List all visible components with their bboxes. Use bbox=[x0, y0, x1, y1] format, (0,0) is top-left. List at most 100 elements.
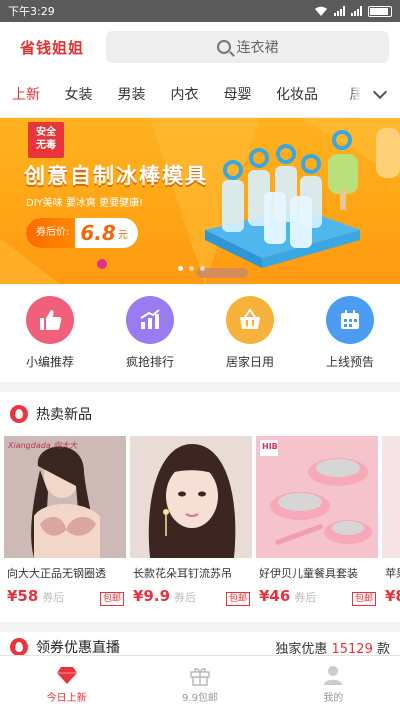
section-header: 热卖新品 bbox=[0, 392, 400, 436]
product-photo-lingerie bbox=[4, 436, 126, 558]
calendar-icon bbox=[326, 296, 374, 344]
product-image: Xiangdada 向大大 bbox=[4, 436, 126, 558]
search-icon bbox=[216, 40, 231, 54]
app-header: 省钱姐姐 连衣裙 bbox=[0, 22, 400, 72]
battery-icon bbox=[368, 5, 392, 17]
product-card[interactable]: Xiangdada 向大大 向大大正品无钢圈透 ¥58 券后 包邮 bbox=[4, 436, 126, 622]
nav-today-new[interactable]: 今日上新 bbox=[0, 656, 133, 711]
wifi-icon bbox=[315, 6, 327, 16]
product-price: ¥58 bbox=[7, 587, 39, 605]
product-card[interactable]: HIB 好伊贝儿童餐具套装 ¥46 券后 包邮 bbox=[256, 436, 378, 622]
product-photo-earrings bbox=[130, 436, 252, 558]
status-bar: 下午3:29 bbox=[0, 0, 400, 22]
product-price-row: ¥8 bbox=[382, 587, 400, 605]
carousel-indicator bbox=[178, 266, 205, 271]
status-time: 下午3:29 bbox=[8, 5, 55, 18]
product-carousel[interactable]: Xiangdada 向大大 向大大正品无钢圈透 ¥58 券后 包邮 长款花朵耳钉… bbox=[0, 436, 400, 622]
product-price-suffix: 券后 bbox=[294, 591, 317, 604]
product-name: 向大大正品无钢圈透 bbox=[7, 567, 106, 580]
signal-icon-2 bbox=[351, 6, 362, 16]
free-shipping-tag: 包邮 bbox=[99, 592, 124, 606]
search-input[interactable]: 连衣裙 bbox=[106, 31, 389, 63]
quick-entry-editor-picks[interactable]: 小编推荐 bbox=[0, 284, 100, 382]
promo-banner[interactable]: 安全 无毒 创意自制冰棒模具 DIY美味 要冰爽 更要健康! 券后价: 6.8 … bbox=[0, 118, 400, 284]
nav-profile[interactable]: 我的 bbox=[267, 656, 400, 711]
banner-title: 创意自制冰棒模具 bbox=[24, 164, 208, 188]
carousel-dot[interactable] bbox=[178, 266, 183, 271]
product-name: 苹果 bbox=[385, 567, 400, 580]
safety-badge: 安全 无毒 bbox=[28, 122, 64, 158]
tab-womens[interactable]: 女装 bbox=[52, 72, 105, 118]
fire-icon bbox=[10, 405, 28, 423]
badge-line-2: 无毒 bbox=[36, 140, 56, 151]
product-price: ¥46 bbox=[259, 587, 291, 605]
nav-label: 9.9包邮 bbox=[182, 692, 218, 704]
coupon-count: 独家优惠 15129 款 bbox=[275, 638, 390, 657]
product-price: ¥8 bbox=[385, 587, 400, 605]
rank-chart-icon bbox=[126, 296, 174, 344]
product-photo-tableware bbox=[256, 436, 378, 558]
section-title: 领券优惠直播 bbox=[36, 640, 120, 656]
product-image bbox=[130, 436, 252, 558]
product-image bbox=[382, 436, 400, 558]
quick-entries: 小编推荐 疯抢排行 居家日用 上线预告 bbox=[0, 284, 400, 382]
quick-entry-label: 小编推荐 bbox=[25, 355, 74, 369]
price-label: 券后价: bbox=[26, 218, 76, 248]
product-price-row: ¥58 券后 包邮 bbox=[4, 587, 126, 606]
quick-entry-label: 居家日用 bbox=[225, 355, 274, 369]
nav-label: 今日上新 bbox=[46, 692, 87, 704]
nav-label: 我的 bbox=[323, 692, 344, 704]
app-logo[interactable]: 省钱姐姐 bbox=[0, 37, 104, 58]
free-shipping-tag: 包邮 bbox=[351, 592, 376, 606]
banner-subtitle: DIY美味 要冰爽 更要健康! bbox=[26, 198, 144, 209]
product-name: 好伊贝儿童餐具套装 bbox=[259, 567, 358, 580]
basket-icon bbox=[226, 296, 274, 344]
tabs-expand-button[interactable] bbox=[360, 72, 400, 118]
product-price-suffix: 券后 bbox=[174, 591, 197, 604]
status-icons bbox=[314, 5, 392, 17]
quick-entry-label: 上线预告 bbox=[325, 355, 374, 369]
hot-products-section: 热卖新品 Xiangdada 向大大 向大大正品无钢圈透 ¥58 券后 包邮 长… bbox=[0, 392, 400, 622]
heart-diamond-icon bbox=[56, 664, 78, 686]
section-title: 热卖新品 bbox=[36, 407, 92, 423]
tab-mens[interactable]: 男装 bbox=[105, 72, 158, 118]
carousel-dot[interactable] bbox=[200, 266, 205, 271]
product-name: 长款花朵耳钉流苏吊 bbox=[133, 567, 232, 580]
quick-entry-home-goods[interactable]: 居家日用 bbox=[200, 284, 300, 382]
quick-entry-hot-ranking[interactable]: 疯抢排行 bbox=[100, 284, 200, 382]
tab-underwear[interactable]: 内衣 bbox=[158, 72, 211, 118]
tab-baby[interactable]: 母婴 bbox=[211, 72, 264, 118]
free-shipping-tag: 包邮 bbox=[225, 592, 250, 606]
app-screen: 下午3:29 省钱姐姐 连衣裙 上新 女装 男装 内衣 母婴 化妆品 居 安全 … bbox=[0, 0, 400, 711]
quick-entry-label: 疯抢排行 bbox=[125, 355, 174, 369]
bottom-nav: 今日上新 9.9包邮 我的 bbox=[0, 655, 400, 711]
product-brand-watermark: Xiangdada 向大大 bbox=[8, 441, 78, 450]
user-icon bbox=[322, 664, 344, 686]
gift-icon bbox=[189, 664, 211, 686]
banner-price-pill: 券后价: 6.8 元 bbox=[26, 218, 138, 248]
product-image: HIB bbox=[256, 436, 378, 558]
price-value: 6.8 bbox=[80, 221, 116, 245]
badge-line-1: 安全 bbox=[36, 127, 56, 138]
search-placeholder: 连衣裙 bbox=[236, 40, 279, 56]
price-unit: 元 bbox=[117, 229, 128, 241]
tab-cosmetics[interactable]: 化妆品 bbox=[264, 72, 330, 118]
product-price-suffix: 券后 bbox=[42, 591, 65, 604]
product-card[interactable]: 长款花朵耳钉流苏吊 ¥9.9 券后 包邮 bbox=[130, 436, 252, 622]
tab-home[interactable]: 居 bbox=[330, 72, 361, 118]
fire-icon bbox=[10, 638, 28, 656]
signal-icon bbox=[334, 6, 345, 16]
thumbs-up-icon bbox=[26, 296, 74, 344]
product-price-row: ¥46 券后 包邮 bbox=[256, 587, 378, 606]
quick-entry-upcoming[interactable]: 上线预告 bbox=[300, 284, 400, 382]
chevron-down-icon bbox=[372, 84, 388, 100]
tabs-track: 上新 女装 男装 内衣 母婴 化妆品 居 bbox=[0, 72, 360, 118]
category-tabs: 上新 女装 男装 内衣 母婴 化妆品 居 bbox=[0, 72, 400, 118]
tab-new[interactable]: 上新 bbox=[0, 72, 52, 118]
product-price: ¥9.9 bbox=[133, 587, 171, 605]
carousel-dot[interactable] bbox=[189, 266, 194, 271]
nav-free-shipping[interactable]: 9.9包邮 bbox=[133, 656, 266, 711]
product-brand-logo: HIB bbox=[262, 442, 278, 451]
product-price-row: ¥9.9 券后 包邮 bbox=[130, 587, 252, 606]
product-card[interactable]: 苹果 ¥8 bbox=[382, 436, 400, 622]
